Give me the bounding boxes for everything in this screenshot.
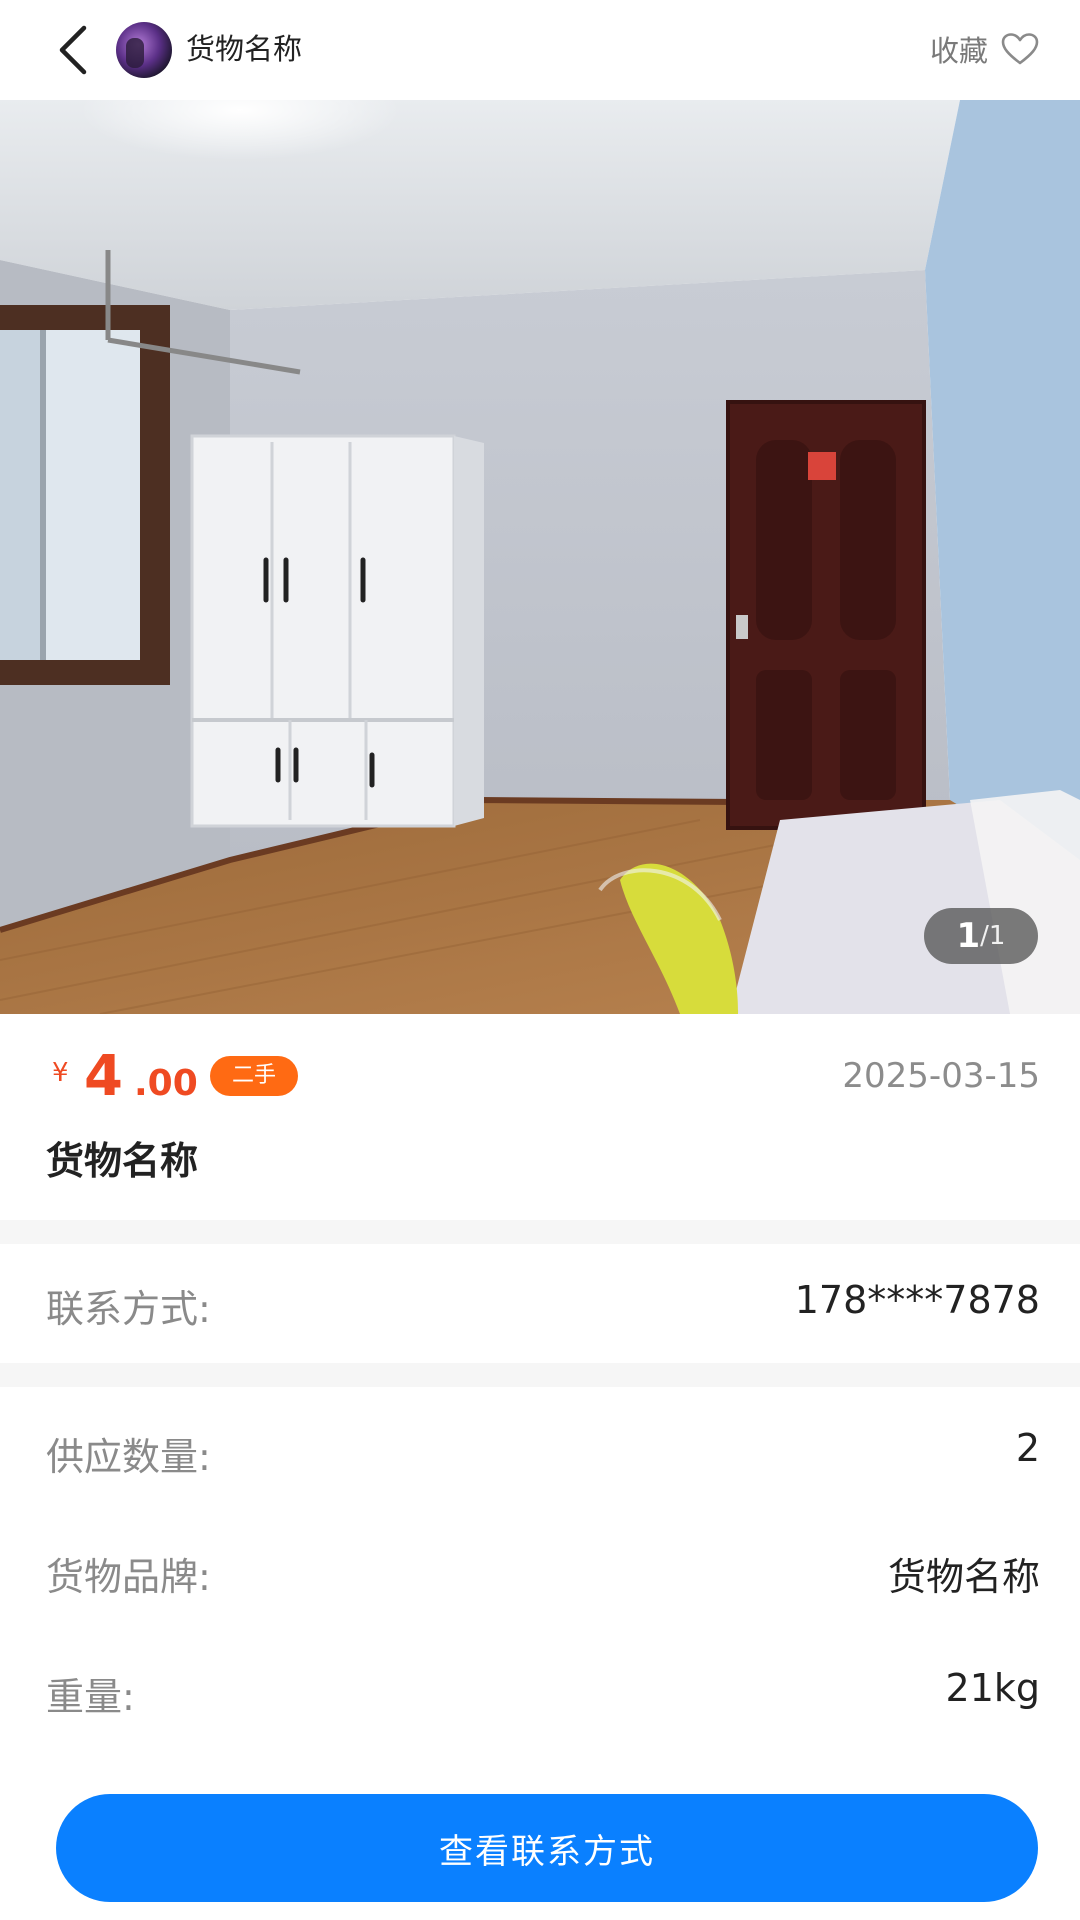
room-photo-image xyxy=(0,100,1080,1014)
back-button[interactable] xyxy=(44,20,104,80)
detail-value: 2 xyxy=(1015,1426,1040,1470)
detail-value: 货物名称 xyxy=(887,1555,1040,1599)
product-photo[interactable]: 1 /1 xyxy=(0,100,1080,1014)
heart-icon xyxy=(1001,33,1039,65)
image-counter-total: /1 xyxy=(980,921,1006,951)
condition-badge: 二手 xyxy=(210,1056,299,1096)
price-decimal: .00 xyxy=(134,1063,198,1104)
top-bar: 货物名称 收藏 xyxy=(0,0,1080,100)
detail-label: 货物品牌: xyxy=(46,1555,211,1599)
avatar[interactable] xyxy=(116,22,172,78)
page-title: 货物名称 xyxy=(186,32,303,66)
price-row: ¥ 4 .00 二手 2025-03-15 xyxy=(48,1042,1040,1112)
detail-row-brand: 货物品牌: 货物名称 xyxy=(46,1538,1040,1599)
detail-label: 重量: xyxy=(46,1675,135,1719)
detail-row-quantity: 供应数量: 2 xyxy=(46,1418,1040,1479)
image-counter: 1 /1 xyxy=(924,908,1038,964)
chevron-left-icon xyxy=(59,25,87,75)
image-counter-current: 1 xyxy=(956,916,981,956)
currency-symbol: ¥ xyxy=(52,1058,69,1088)
contact-row: 联系方式: 178****7878 xyxy=(46,1270,1040,1331)
contact-value: 178****7878 xyxy=(794,1278,1040,1322)
detail-label: 供应数量: xyxy=(46,1435,211,1479)
publish-date: 2025-03-15 xyxy=(842,1056,1040,1096)
detail-value: 21kg xyxy=(945,1666,1040,1710)
price-integer: 4 xyxy=(84,1044,123,1109)
favorite-button[interactable]: 收藏 xyxy=(930,24,1040,74)
detail-row-weight: 重量: 21kg xyxy=(46,1658,1040,1719)
view-contact-button[interactable]: 查看联系方式 xyxy=(56,1794,1038,1902)
goods-name: 货物名称 xyxy=(46,1139,199,1183)
favorite-label: 收藏 xyxy=(929,34,988,68)
goods-detail-page: 货物名称 收藏 1 /1 ¥ 4 .00 二手 2025-03-15 货物名称 … xyxy=(0,0,1080,1920)
section-divider xyxy=(0,1363,1080,1387)
contact-label: 联系方式: xyxy=(46,1287,211,1331)
section-divider xyxy=(0,1220,1080,1244)
